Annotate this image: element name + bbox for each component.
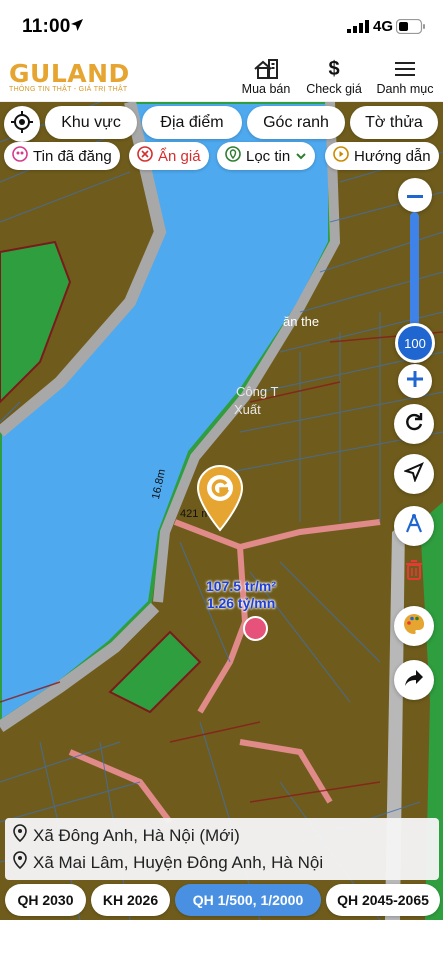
house-building-icon [238, 58, 294, 80]
menu-icon [374, 58, 436, 80]
filter-parcel-sheet[interactable]: Tờ thửa [350, 106, 438, 139]
logo-tagline: THÔNG TIN THẬT - GIÁ TRỊ THẬT [9, 86, 128, 93]
guland-logo[interactable]: GULAND THÔNG TIN THẬT - GIÁ TRỊ THẬT [9, 59, 130, 93]
zoom-slider-knob[interactable]: 100 [395, 323, 435, 363]
price-label: 107.5 tr/m² 1.26 tỷ/mn [206, 578, 276, 612]
address-panel: Xã Đông Anh, Hà Nội (Mới) Xã Mai Lâm, Hu… [5, 818, 439, 880]
map-pin-marker[interactable] [196, 464, 244, 537]
crosshair-icon [10, 110, 34, 139]
address-line-new: Xã Đông Anh, Hà Nội (Mới) [33, 825, 240, 845]
filter-region[interactable]: Khu vực [45, 106, 137, 139]
chevron-down-icon [295, 148, 307, 165]
hide-price-chip[interactable]: Ẩn giá [129, 142, 209, 170]
menu-button[interactable]: Danh mục [374, 58, 436, 96]
play-guide-icon [333, 146, 349, 166]
delete-button[interactable] [394, 552, 434, 592]
minus-icon [407, 186, 423, 204]
price-per-m2: 107.5 tr/m² [206, 578, 277, 594]
map-label-place-3: ăn the [283, 314, 320, 329]
location-pin-icon [13, 851, 27, 874]
location-filter-icon [225, 146, 241, 166]
navigate-button[interactable] [394, 454, 434, 494]
location-pin-icon [13, 824, 27, 847]
status-time: 11:00 [22, 16, 71, 37]
navigation-arrow-icon [403, 461, 424, 487]
refresh-button[interactable] [394, 404, 434, 444]
map-view[interactable]: ăn the Công T Xuất 16.8m 421 m Khu vực Đ… [0, 102, 443, 920]
plus-icon [407, 370, 423, 392]
measure-button[interactable] [394, 506, 434, 546]
trash-icon [405, 559, 423, 586]
plan-tab-kh-2026[interactable]: KH 2026 [91, 884, 170, 916]
filter-corner-lot[interactable]: Góc ranh [247, 106, 345, 139]
plan-tab-qh-2030[interactable]: QH 2030 [5, 884, 86, 916]
posted-listings-chip[interactable]: Tin đã đăng [4, 142, 120, 170]
map-style-button[interactable] [394, 606, 434, 646]
palette-icon [402, 612, 426, 641]
buy-sell-label: Mua bán [241, 82, 291, 96]
filter-listings-label: Lọc tin [246, 147, 291, 165]
refresh-icon [403, 411, 425, 438]
check-price-label: Check giá [306, 82, 362, 96]
price-point-marker[interactable] [243, 616, 268, 641]
location-arrow-icon [70, 18, 84, 37]
battery-icon [395, 18, 426, 39]
posted-listings-label: Tin đã đăng [33, 147, 112, 165]
guide-label: Hướng dẫn [354, 147, 431, 165]
address-line-old: Xã Mai Lâm, Huyện Đông Anh, Hà Nội [33, 852, 324, 872]
compass-draw-icon [402, 512, 426, 541]
posted-icon [12, 146, 28, 166]
hide-price-icon [137, 146, 153, 166]
filter-location[interactable]: Địa điểm [142, 106, 242, 139]
zoom-out-button[interactable] [398, 178, 432, 212]
share-arrow-icon [403, 668, 425, 693]
hide-price-label: Ẩn giá [158, 147, 201, 165]
logo-text: GULAND [9, 59, 130, 88]
network-type: 4G [373, 18, 394, 35]
map-label-place-2: Xuất [234, 402, 261, 417]
guide-chip[interactable]: Hướng dẫn [325, 142, 439, 170]
app-header: GULAND THÔNG TIN THẬT - GIÁ TRỊ THẬT Mua… [0, 52, 443, 102]
my-location-button[interactable] [4, 106, 40, 142]
dollar-icon: $ [328, 57, 340, 80]
buy-sell-button[interactable]: Mua bán [238, 58, 294, 96]
zoom-in-button[interactable] [398, 364, 432, 398]
check-price-button[interactable]: $ Check giá [303, 57, 365, 97]
plan-tab-qh-2045-2065[interactable]: QH 2045-2065 [326, 884, 440, 916]
map-label-place-1: Công T [236, 384, 279, 399]
menu-label: Danh mục [376, 82, 434, 96]
filter-listings-chip[interactable]: Lọc tin [217, 142, 316, 170]
signal-icon [347, 20, 369, 38]
bottom-safe-area [0, 920, 443, 960]
plan-tab-qh-1-500[interactable]: QH 1/500, 1/2000 [175, 884, 321, 916]
price-total: 1.26 tỷ/mn [206, 595, 276, 611]
status-bar: 11:00 4G [0, 0, 443, 52]
share-button[interactable] [394, 660, 434, 700]
